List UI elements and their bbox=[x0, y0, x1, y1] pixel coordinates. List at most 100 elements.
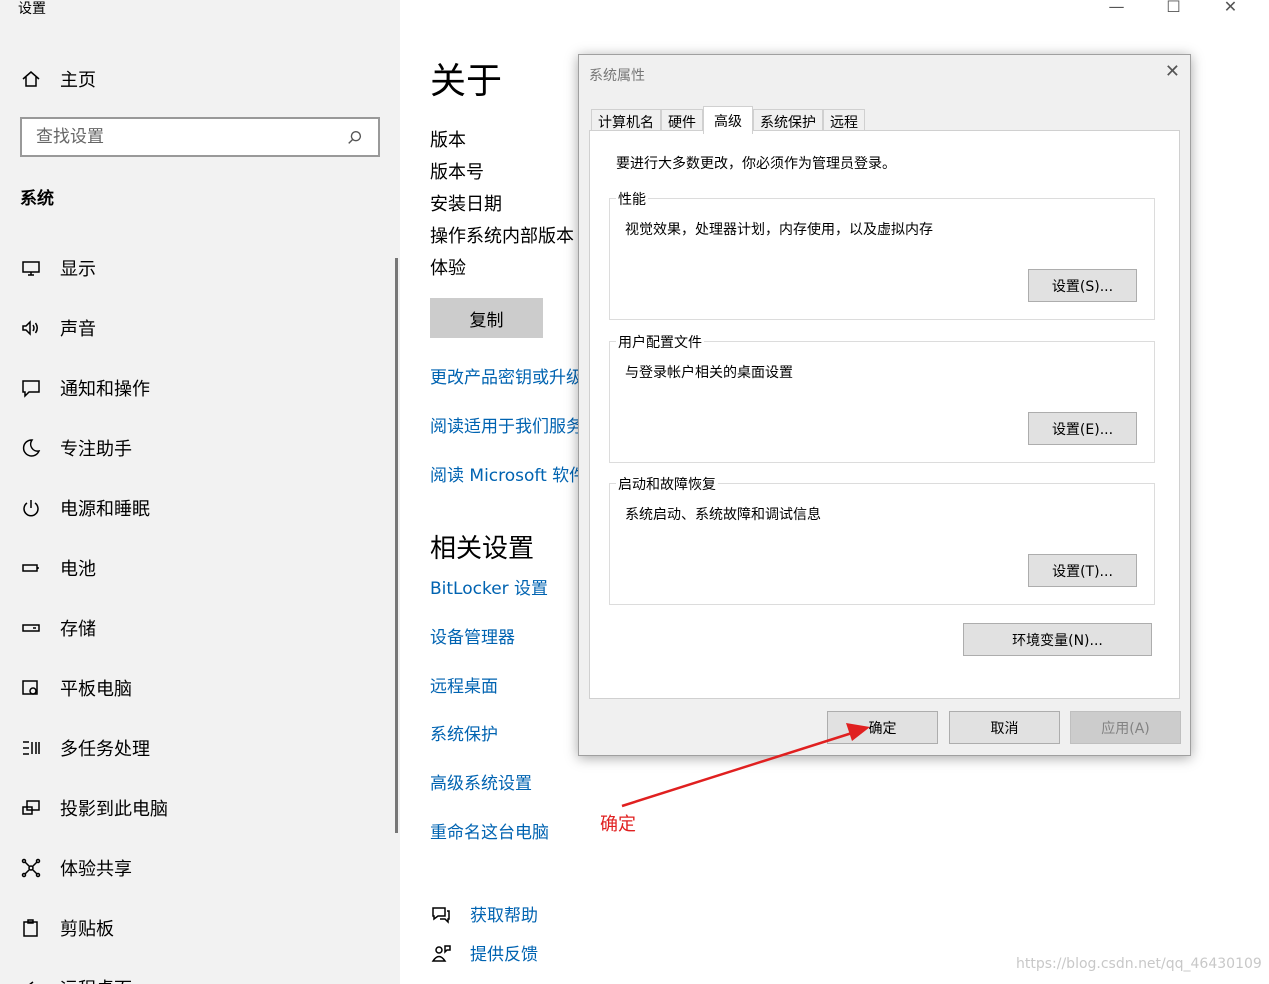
spec-label-experience: 体验 bbox=[430, 258, 466, 279]
sidebar-item-label: 远程桌面 bbox=[60, 975, 132, 984]
moon-icon bbox=[20, 437, 42, 459]
feedback-person-icon bbox=[430, 942, 452, 964]
settings-sidebar: 设置 主页 系统 显示 声音 通知和操作 专注助手 bbox=[0, 0, 400, 984]
system-protection-link[interactable]: 系统保护 bbox=[430, 720, 498, 745]
sidebar-item-label: 体验共享 bbox=[60, 859, 132, 880]
maximize-button[interactable]: ☐ bbox=[1145, 0, 1202, 16]
device-manager-link[interactable]: 设备管理器 bbox=[430, 623, 515, 648]
remote-icon bbox=[20, 977, 42, 984]
spec-label-edition: 版本 bbox=[430, 130, 466, 151]
sidebar-item-clipboard[interactable]: 剪贴板 bbox=[20, 898, 168, 958]
get-help-row[interactable]: 获取帮助 bbox=[430, 901, 538, 926]
sidebar-item-label: 多任务处理 bbox=[60, 739, 150, 760]
power-icon bbox=[20, 497, 42, 519]
sidebar-item-label: 主页 bbox=[60, 70, 96, 91]
dialog-title: 系统属性 bbox=[589, 68, 645, 84]
spec-label-os-build: 操作系统内部版本 bbox=[430, 226, 574, 247]
group-title: 性能 bbox=[616, 189, 648, 209]
battery-icon bbox=[20, 557, 42, 579]
group-description: 视觉效果，处理器计划，内存使用，以及虚拟内存 bbox=[625, 222, 933, 238]
startup-recovery-group: 启动和故障恢复 系统启动、系统故障和调试信息 设置(T)... bbox=[609, 474, 1155, 605]
environment-variables-button[interactable]: 环境变量(N)... bbox=[963, 623, 1152, 656]
window-controls: — ☐ ✕ bbox=[1088, 0, 1259, 16]
sidebar-item-notifications[interactable]: 通知和操作 bbox=[20, 358, 168, 418]
sidebar-item-label: 存储 bbox=[60, 619, 96, 640]
copy-button[interactable]: 复制 bbox=[430, 298, 543, 338]
user-profiles-group: 用户配置文件 与登录帐户相关的桌面设置 设置(E)... bbox=[609, 332, 1155, 463]
sidebar-item-label: 平板电脑 bbox=[60, 679, 132, 700]
sidebar-item-label: 电池 bbox=[60, 559, 96, 580]
sidebar-item-label: 显示 bbox=[60, 259, 96, 280]
sidebar-item-multitasking[interactable]: 多任务处理 bbox=[20, 718, 168, 778]
notification-icon bbox=[20, 377, 42, 399]
sidebar-item-home[interactable]: 主页 bbox=[20, 64, 96, 94]
sidebar-item-display[interactable]: 显示 bbox=[20, 238, 168, 298]
license-terms-link[interactable]: 阅读 Microsoft 软件 bbox=[430, 461, 586, 486]
startup-recovery-settings-button[interactable]: 设置(T)... bbox=[1028, 554, 1137, 587]
clipboard-icon bbox=[20, 917, 42, 939]
multitask-icon bbox=[20, 737, 42, 759]
performance-group: 性能 视觉效果，处理器计划，内存使用，以及虚拟内存 设置(S)... bbox=[609, 189, 1155, 320]
minimize-button[interactable]: — bbox=[1088, 0, 1145, 16]
page-title: 关于 bbox=[430, 61, 503, 102]
advanced-system-settings-link[interactable]: 高级系统设置 bbox=[430, 769, 532, 794]
watermark: https://blog.csdn.net/qq_46430109 bbox=[1016, 956, 1262, 972]
give-feedback-row[interactable]: 提供反馈 bbox=[430, 940, 538, 965]
sidebar-item-label: 通知和操作 bbox=[60, 379, 150, 400]
dialog-tabs: 计算机名 硬件 高级 系统保护 远程 bbox=[591, 105, 865, 134]
give-feedback-link[interactable]: 提供反馈 bbox=[470, 940, 538, 965]
group-description: 与登录帐户相关的桌面设置 bbox=[625, 365, 793, 381]
monitor-icon bbox=[20, 257, 42, 279]
spec-label-install-date: 安装日期 bbox=[430, 194, 502, 215]
change-product-key-link[interactable]: 更改产品密钥或升级 bbox=[430, 363, 583, 388]
remote-desktop-link[interactable]: 远程桌面 bbox=[430, 672, 498, 697]
sidebar-scrollbar[interactable] bbox=[395, 258, 398, 833]
section-title: 系统 bbox=[20, 189, 54, 209]
search-box[interactable] bbox=[20, 117, 380, 157]
sidebar-item-tablet[interactable]: 平板电脑 bbox=[20, 658, 168, 718]
sidebar-item-label: 专注助手 bbox=[60, 439, 132, 460]
advanced-tab-panel: 要进行大多数更改，你必须作为管理员登录。 性能 视觉效果，处理器计划，内存使用，… bbox=[589, 130, 1180, 699]
spec-label-version: 版本号 bbox=[430, 162, 484, 183]
get-help-link[interactable]: 获取帮助 bbox=[470, 901, 538, 926]
search-input[interactable] bbox=[36, 127, 346, 147]
bitlocker-settings-link[interactable]: BitLocker 设置 bbox=[430, 574, 548, 599]
sidebar-item-shared-experiences[interactable]: 体验共享 bbox=[20, 838, 168, 898]
close-window-button[interactable]: ✕ bbox=[1202, 0, 1259, 16]
related-settings-title: 相关设置 bbox=[430, 534, 535, 564]
share-icon bbox=[20, 857, 42, 879]
tab-advanced[interactable]: 高级 bbox=[703, 106, 753, 134]
storage-icon bbox=[20, 617, 42, 639]
cancel-button[interactable]: 取消 bbox=[949, 711, 1060, 744]
sidebar-item-power[interactable]: 电源和睡眠 bbox=[20, 478, 168, 538]
sidebar-item-project[interactable]: 投影到此电脑 bbox=[20, 778, 168, 838]
sidebar-item-label: 声音 bbox=[60, 319, 96, 340]
sidebar-item-battery[interactable]: 电池 bbox=[20, 538, 168, 598]
sidebar-item-focus-assist[interactable]: 专注助手 bbox=[20, 418, 168, 478]
services-agreement-link[interactable]: 阅读适用于我们服务 bbox=[430, 412, 583, 437]
group-title: 用户配置文件 bbox=[616, 332, 704, 352]
sidebar-item-label: 电源和睡眠 bbox=[60, 499, 150, 520]
user-profiles-settings-button[interactable]: 设置(E)... bbox=[1028, 412, 1137, 445]
annotation-label: 确定 bbox=[600, 814, 636, 835]
search-icon[interactable] bbox=[344, 127, 366, 149]
home-icon bbox=[20, 68, 42, 90]
sidebar-item-label: 投影到此电脑 bbox=[60, 799, 168, 820]
apply-button[interactable]: 应用(A) bbox=[1070, 711, 1181, 744]
sidebar-item-storage[interactable]: 存储 bbox=[20, 598, 168, 658]
help-chat-icon bbox=[430, 903, 452, 925]
performance-settings-button[interactable]: 设置(S)... bbox=[1028, 269, 1137, 302]
sidebar-item-remote-desktop[interactable]: 远程桌面 bbox=[20, 958, 168, 984]
speaker-icon bbox=[20, 317, 42, 339]
ok-button[interactable]: 确定 bbox=[827, 711, 938, 744]
admin-note: 要进行大多数更改，你必须作为管理员登录。 bbox=[616, 156, 896, 172]
sidebar-item-label: 剪贴板 bbox=[60, 919, 114, 940]
system-properties-dialog: 系统属性 ✕ 计算机名 硬件 高级 系统保护 远程 要进行大多数更改，你必须作为… bbox=[578, 54, 1191, 756]
window-title: 设置 bbox=[18, 1, 46, 17]
sidebar-item-sound[interactable]: 声音 bbox=[20, 298, 168, 358]
project-icon bbox=[20, 797, 42, 819]
rename-pc-link[interactable]: 重命名这台电脑 bbox=[430, 818, 549, 843]
tablet-icon bbox=[20, 677, 42, 699]
dialog-close-button[interactable]: ✕ bbox=[1165, 61, 1180, 82]
group-description: 系统启动、系统故障和调试信息 bbox=[625, 507, 821, 523]
